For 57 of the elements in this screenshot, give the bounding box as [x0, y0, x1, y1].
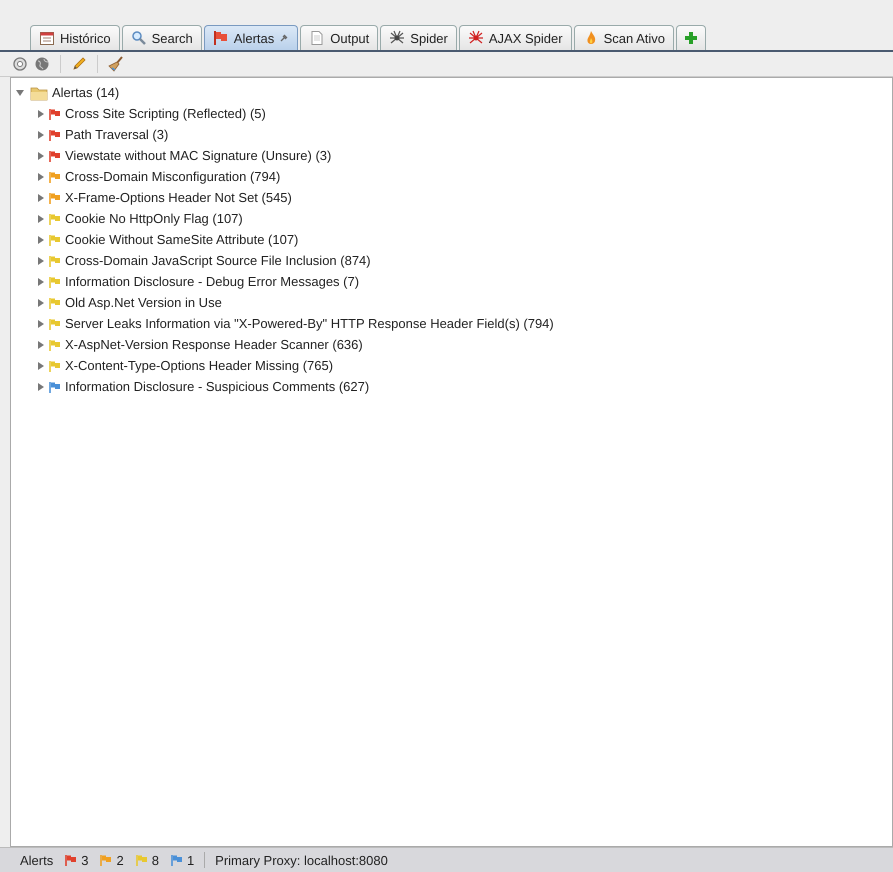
tree-item[interactable]: Cookie No HttpOnly Flag (107) [65, 211, 243, 226]
tab[interactable]: AJAX Spider [458, 25, 572, 50]
document-icon [309, 30, 326, 46]
tree-item[interactable]: X-AspNet-Version Response Header Scanner (636) [65, 337, 363, 352]
tree-item[interactable]: Path Traversal (3) [65, 127, 168, 142]
tree-item[interactable]: Information Disclosure - Debug Error Messages (7) [65, 274, 360, 289]
tree-item[interactable]: Viewstate without MAC Signature (Unsure) (3) [65, 148, 332, 163]
search-icon [130, 30, 147, 46]
tree-item[interactable]: Cross-Domain Misconfiguration (794) [65, 169, 280, 184]
pencil-icon[interactable] [71, 56, 87, 72]
expand-arrow-icon[interactable] [37, 194, 45, 202]
expand-arrow-icon[interactable] [37, 110, 45, 118]
expand-arrow-icon[interactable] [37, 130, 45, 138]
alert-count: 3 [81, 852, 88, 868]
expand-arrow-icon[interactable] [37, 172, 45, 180]
expand-arrow-icon[interactable] [37, 278, 45, 286]
expand-arrow-icon[interactable] [37, 214, 45, 222]
expand-arrow-icon[interactable] [37, 320, 45, 328]
broom-icon[interactable] [108, 56, 124, 72]
alert-count: 8 [152, 852, 159, 868]
tree-item[interactable]: Information Disclosure - Suspicious Comments (627) [65, 379, 370, 394]
tree-item[interactable]: Cross-Domain JavaScript Source File Inclusion (874) [65, 253, 371, 268]
tree-item[interactable]: X-Content-Type-Options Header Missing (765) [65, 358, 334, 373]
expand-arrow-icon[interactable] [37, 236, 45, 244]
tree-item[interactable]: Cross Site Scripting (Reflected) (5) [65, 106, 266, 121]
expand-arrow-icon[interactable] [37, 298, 45, 306]
tab[interactable]: Histórico [30, 25, 120, 50]
tab[interactable]: Search [122, 25, 202, 50]
folder-icon [30, 84, 48, 100]
tree-item[interactable]: Cookie Without SameSite Attribute (107) [65, 232, 298, 247]
tree-item[interactable]: Alertas (14) [52, 85, 120, 100]
expand-arrow-icon[interactable] [37, 256, 45, 264]
globe-icon[interactable] [34, 56, 50, 72]
alert-count: 1 [186, 852, 194, 868]
proxy-status: Primary Proxy: localhost:8080 [215, 852, 388, 868]
expand-arrow-icon[interactable] [37, 152, 45, 160]
flag-icon [212, 30, 229, 46]
tab[interactable]: Output [300, 25, 378, 50]
calendar-icon [39, 30, 55, 46]
spider-icon [389, 30, 406, 46]
status-label: Alerts [20, 852, 54, 868]
expand-arrow-icon[interactable] [37, 382, 45, 390]
expand-arrow-icon[interactable] [16, 88, 24, 96]
target-icon[interactable] [12, 56, 28, 72]
pin-icon[interactable] [279, 33, 290, 43]
alert-count: 2 [116, 852, 124, 868]
tab[interactable]: Spider [380, 25, 457, 50]
expand-arrow-icon[interactable] [37, 340, 45, 348]
tree-item[interactable]: Old Asp.Net Version in Use [65, 295, 222, 310]
tab[interactable]: Alertas [204, 25, 298, 50]
tree-item[interactable]: Server Leaks Information via "X-Powered-By" HTTP Response Header Field(s) (794) [65, 316, 554, 331]
tree-item[interactable]: X-Frame-Options Header Not Set (545) [65, 190, 292, 205]
spider-icon [468, 30, 484, 46]
tab[interactable]: Scan Ativo [574, 25, 674, 50]
plus-icon [683, 30, 699, 46]
expand-arrow-icon[interactable] [37, 362, 45, 370]
add-tab-button[interactable] [676, 25, 706, 50]
